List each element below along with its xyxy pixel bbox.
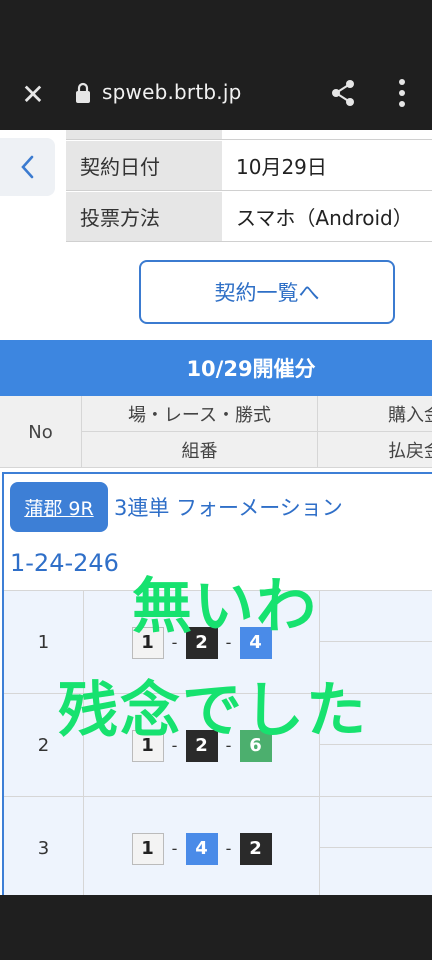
system-nav-bar — [0, 895, 432, 960]
browser-toolbar: ✕ spweb.brtb.jp — [0, 60, 432, 130]
info-row-date: 契約日付 10月29日 — [66, 141, 432, 191]
info-label: 契約日付 — [66, 141, 222, 191]
divider — [320, 641, 432, 642]
table-row: 3 1 - 4 - 2 — [4, 796, 432, 895]
page-content: 契約日付 10月29日 投票方法 スマホ（Android） 契約一覧へ 10/2… — [0, 130, 432, 895]
boat-number: 4 — [185, 832, 218, 865]
header-combo: 組番 — [82, 432, 318, 468]
row-number: 3 — [4, 797, 84, 895]
combo-cell: 1 - 4 - 2 — [84, 797, 320, 895]
boat-number: 2 — [239, 832, 272, 865]
more-vert-icon[interactable] — [392, 76, 412, 110]
separator: - — [171, 839, 178, 858]
close-icon[interactable]: ✕ — [18, 80, 48, 110]
header-no: No — [0, 396, 82, 468]
status-bar — [0, 0, 432, 60]
bet-type: 3連単 フォーメーション — [114, 496, 343, 520]
lock-icon — [76, 82, 90, 103]
info-table-top — [66, 130, 432, 140]
info-row-method: 投票方法 スマホ（Android） — [66, 192, 432, 242]
boat-number: 1 — [131, 832, 164, 865]
divider — [320, 847, 432, 848]
formation-combo: 1-24-246 — [10, 549, 119, 577]
url-text[interactable]: spweb.brtb.jp — [102, 80, 242, 104]
overlay-text-line2: 残念でした — [58, 676, 368, 746]
header-amount: 購入金 — [318, 396, 432, 432]
screen: ✕ spweb.brtb.jp 契約日付 10月29日 投票方法 スマホ（And… — [0, 0, 432, 960]
info-value: 10月29日 — [222, 141, 432, 191]
contract-list-button[interactable]: 契約一覧へ — [139, 260, 395, 324]
info-label: 投票方法 — [66, 192, 222, 242]
share-icon[interactable] — [328, 78, 358, 108]
race-badge-link[interactable]: 蒲郡 9R — [10, 482, 108, 532]
chevron-left-icon — [20, 155, 33, 179]
header-payout: 払戻金 — [388, 441, 432, 462]
back-button[interactable] — [0, 138, 55, 196]
table-header: No 場・レース・勝式 組番 購入金 払戻金 — [0, 396, 432, 468]
overlay-text-line1: 無いわ — [132, 572, 318, 642]
section-title: 10/29開催分 — [0, 340, 432, 396]
info-value: スマホ（Android） — [222, 192, 432, 242]
header-race: 場・レース・勝式 — [82, 396, 318, 432]
separator: - — [225, 839, 232, 858]
